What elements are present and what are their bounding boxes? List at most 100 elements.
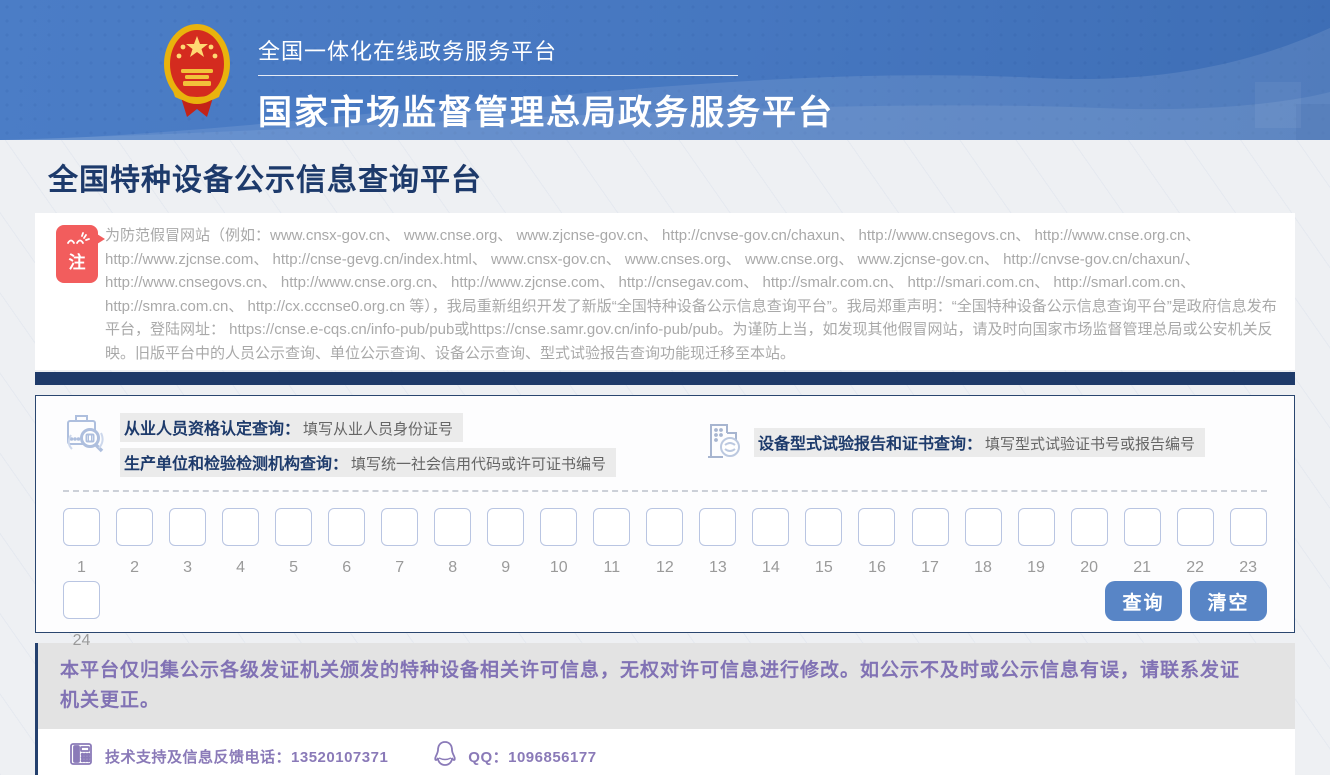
phone-number: 13520107371 [291,749,388,766]
code-input-19[interactable] [1018,508,1055,546]
code-index-label: 16 [858,559,895,577]
code-input-5[interactable] [275,508,312,546]
code-index-label: 13 [699,559,736,577]
code-input-12[interactable] [646,508,683,546]
code-cell: 23 [1230,508,1267,577]
code-index-label: 12 [646,559,683,577]
code-input-23[interactable] [1230,508,1267,546]
code-cell: 14 [752,508,789,577]
code-index-label: 1 [63,559,100,577]
platform-label-text: 全国一体化在线政务服务平台 [258,39,557,64]
code-input-20[interactable] [1071,508,1108,546]
notice-badge-label: 注 [56,251,98,275]
code-input-16[interactable] [858,508,895,546]
code-index-label: 6 [328,559,365,577]
code-input-9[interactable] [487,508,524,546]
code-cell: 5 [275,508,312,577]
code-input-13[interactable] [699,508,736,546]
code-cell: 9 [487,508,524,577]
page: 全国一体化在线政务服务平台 国家市场监督管理总局政务服务平台 全国特种设备公示信… [0,0,1330,775]
code-box-row-1: 1234567891011121314151617181920212223 [63,508,1267,577]
page-title: 全国特种设备公示信息查询平台 [48,155,1295,199]
code-index-label: 19 [1018,559,1055,577]
code-input-11[interactable] [593,508,630,546]
person-query-hint: 填写从业人员身份证号 [303,421,453,438]
phone-label: 技术支持及信息反馈电话： [105,749,291,766]
disclaimer-text: 本平台仅归集公示各级发证机关颁发的特种设备相关许可信息，无权对许可信息进行修改。… [38,643,1295,729]
code-cell: 6 [328,508,365,577]
divider-bar [35,372,1295,385]
code-cell: 18 [965,508,1002,577]
device-query-label: 设备型式试验报告和证书查询：填写型式试验证书号或报告编号 [754,428,1205,457]
code-cell: 12 [646,508,683,577]
code-index-label: 18 [965,559,1002,577]
person-query-label: 从业人员资格认定查询：填写从业人员身份证号 [120,413,463,442]
site-header: 全国一体化在线政务服务平台 国家市场监督管理总局政务服务平台 [0,0,1330,140]
code-index-label: 23 [1230,559,1267,577]
code-cell: 21 [1124,508,1161,577]
code-input-4[interactable] [222,508,259,546]
code-index-label: 15 [805,559,842,577]
footer-card: 本平台仅归集公示各级发证机关颁发的特种设备相关许可信息，无权对许可信息进行修改。… [35,643,1295,775]
code-box-row-2: 24 [63,581,100,650]
code-cell: 2 [116,508,153,577]
platform-label: 全国一体化在线政务服务平台 [258,34,738,76]
unit-query-label: 生产单位和检验检测机构查询：填写统一社会信用代码或许可证书编号 [120,448,616,477]
code-input-24[interactable] [63,581,100,619]
site-title: 国家市场监督管理总局政务服务平台 [258,85,834,134]
notice-text: 为防范假冒网站（例如：www.cnsx-gov.cn、 www.cnse.org… [105,224,1283,365]
code-input-10[interactable] [540,508,577,546]
building-search-icon [703,419,743,466]
code-input-2[interactable] [116,508,153,546]
code-index-label: 24 [63,632,100,650]
qq-number: 1096856177 [508,749,596,766]
code-input-3[interactable] [169,508,206,546]
code-index-label: 3 [169,559,206,577]
search-button[interactable]: 查询 [1105,581,1182,621]
code-input-6[interactable] [328,508,365,546]
dashed-divider [63,490,1267,492]
notice-card: 注 为防范假冒网站（例如：www.cnsx-gov.cn、 www.cnse.o… [35,213,1295,370]
code-cell: 10 [540,508,577,577]
code-input-18[interactable] [965,508,1002,546]
code-input-21[interactable] [1124,508,1161,546]
code-cell: 8 [434,508,471,577]
code-cell: 17 [912,508,949,577]
code-index-label: 2 [116,559,153,577]
device-query-title: 设备型式试验报告和证书查询： [758,436,982,453]
code-input-17[interactable] [912,508,949,546]
main-content: 全国特种设备公示信息查询平台 注 为防范假冒网站（例如：www.cnsx-gov… [0,155,1330,775]
code-cell: 7 [381,508,418,577]
code-index-label: 17 [912,559,949,577]
code-index-label: 7 [381,559,418,577]
national-emblem-logo [163,23,231,120]
code-input-15[interactable] [805,508,842,546]
code-index-label: 4 [222,559,259,577]
clear-button[interactable]: 清空 [1190,581,1267,621]
code-index-label: 9 [487,559,524,577]
code-input-22[interactable] [1177,508,1214,546]
code-cell: 4 [222,508,259,577]
package-search-icon [63,413,109,483]
code-cell: 3 [169,508,206,577]
code-index-label: 11 [593,559,630,577]
code-index-label: 21 [1124,559,1161,577]
code-cell: 15 [805,508,842,577]
code-index-label: 10 [540,559,577,577]
action-buttons: 查询 清空 [1105,581,1267,621]
phone-contact: 技术支持及信息反馈电话：13520107371 [105,746,388,767]
notice-badge: 注 [56,225,98,283]
qq-contact: QQ：1096856177 [468,746,596,767]
code-index-label: 22 [1177,559,1214,577]
code-input-1[interactable] [63,508,100,546]
code-cell: 20 [1071,508,1108,577]
code-input-14[interactable] [752,508,789,546]
qq-label: QQ： [468,749,508,766]
code-cell: 16 [858,508,895,577]
code-input-8[interactable] [434,508,471,546]
code-index-label: 8 [434,559,471,577]
contact-row: 技术支持及信息反馈电话：13520107371 QQ：1096856177 [38,729,1295,775]
unit-query-title: 生产单位和检验检测机构查询： [124,456,348,473]
code-input-7[interactable] [381,508,418,546]
unit-query-hint: 填写统一社会信用代码或许可证书编号 [351,456,606,473]
